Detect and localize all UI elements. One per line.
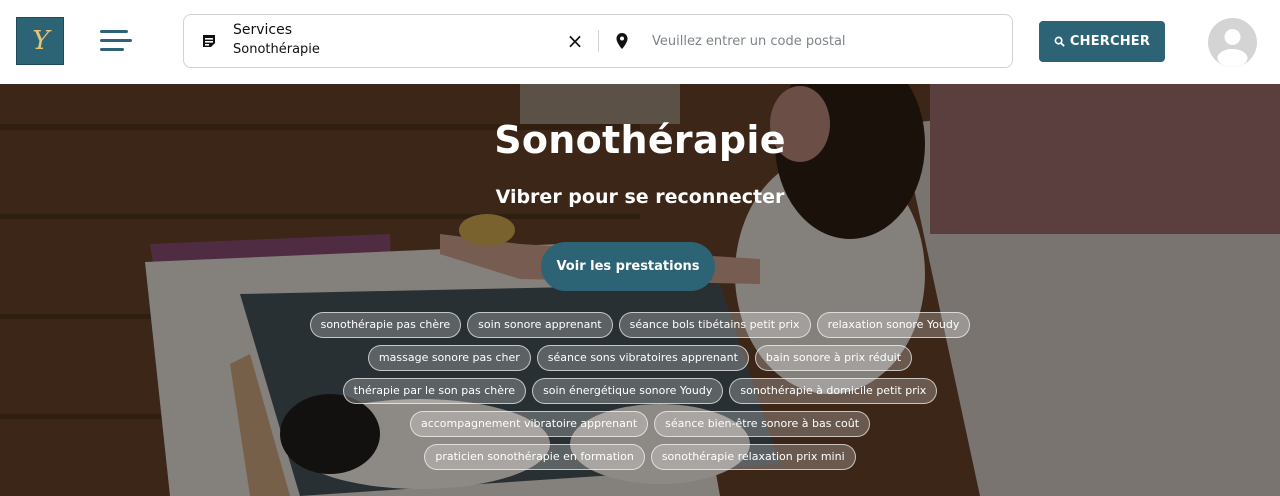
postal-code-input[interactable] <box>652 27 992 55</box>
tag-chip[interactable]: thérapie par le son pas chère <box>342 378 527 404</box>
service-selector[interactable]: Services Sonothérapie <box>233 21 320 61</box>
logo-text: Y <box>32 26 49 56</box>
tag-chip[interactable]: séance bols tibétains petit prix <box>618 312 811 338</box>
tag-chip[interactable]: séance sons vibratoires apprenant <box>536 345 749 371</box>
tag-row: accompagnement vibratoire apprenant séanc… <box>240 411 1040 437</box>
tag-chip[interactable]: sonothérapie relaxation prix mini <box>650 444 856 470</box>
close-icon[interactable]: × <box>565 30 585 52</box>
tag-chip[interactable]: sonothérapie à domicile petit prix <box>729 378 938 404</box>
service-category-label: Services <box>233 22 293 38</box>
tag-chip[interactable]: relaxation sonore Youdy <box>816 312 971 338</box>
hero-title: Sonothérapie <box>494 118 786 162</box>
document-icon <box>203 35 215 47</box>
tag-chip[interactable]: massage sonore pas cher <box>367 345 531 371</box>
tag-row: thérapie par le son pas chère soin énergé… <box>240 378 1040 404</box>
tag-row: massage sonore pas cher séance sons vibra… <box>240 345 1040 371</box>
search-icon <box>1054 36 1065 47</box>
tag-chip[interactable]: praticien sonothérapie en formation <box>424 444 645 470</box>
search-bar: Services Sonothérapie × <box>183 14 1013 68</box>
service-value: Sonothérapie <box>233 42 320 57</box>
hero-subtitle: Vibrer pour se reconnecter <box>495 186 785 208</box>
hero-banner: Sonothérapie Vibrer pour se reconnecter … <box>0 84 1280 496</box>
tag-chip[interactable]: soin sonore apprenant <box>467 312 613 338</box>
tag-row: sonothérapie pas chère soin sonore appren… <box>240 312 1040 338</box>
user-avatar-icon[interactable] <box>1208 18 1257 67</box>
tag-row: praticien sonothérapie en formation sonot… <box>240 444 1040 470</box>
logo[interactable]: Y <box>16 17 64 65</box>
tag-chip[interactable]: séance bien-être sonore à bas coût <box>654 411 871 437</box>
view-services-button[interactable]: Voir les prestations <box>541 242 715 291</box>
tag-chip[interactable]: sonothérapie pas chère <box>309 312 462 338</box>
search-divider <box>598 30 599 52</box>
tag-chip[interactable]: soin énergétique sonore Youdy <box>532 378 724 404</box>
tag-chip[interactable]: accompagnement vibratoire apprenant <box>409 411 649 437</box>
search-button[interactable]: CHERCHER <box>1039 21 1165 62</box>
search-button-label: CHERCHER <box>1069 34 1151 49</box>
tag-chip[interactable]: bain sonore à prix réduit <box>754 345 913 371</box>
map-pin-icon <box>616 33 628 49</box>
tag-cloud: sonothérapie pas chère soin sonore appren… <box>240 312 1040 477</box>
menu-icon[interactable] <box>100 28 134 54</box>
top-header: Y Services Sonothérapie × CHERCHER <box>0 0 1280 84</box>
